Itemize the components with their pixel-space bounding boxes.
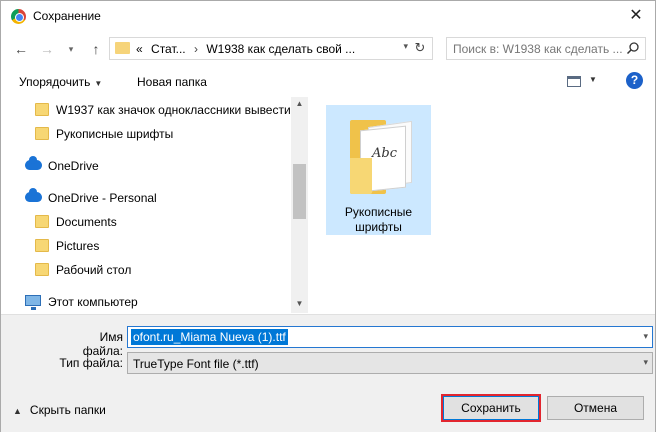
chevron-down-icon: ▾: [643, 357, 648, 367]
nav-item-label: OneDrive - Personal: [48, 191, 157, 205]
nav-item-label: Pictures: [56, 239, 100, 253]
breadcrumb-item[interactable]: W1938 как сделать свой ...: [206, 42, 355, 56]
search-icon[interactable]: [626, 41, 640, 55]
folder-icon: [115, 42, 130, 54]
hide-folders-label: Скрыть папки: [29, 403, 106, 417]
nav-scrollbar[interactable]: ▲ ▼: [291, 97, 308, 313]
folder-tile-label: Рукописные шрифты: [344, 205, 413, 234]
up-arrow-icon[interactable]: ↑: [86, 39, 106, 59]
close-button[interactable]: ✕: [621, 3, 651, 29]
folder-icon: [35, 215, 49, 228]
search-input[interactable]: Поиск в: W1938 как сделать ...: [446, 37, 646, 60]
folder-icon: [35, 263, 49, 276]
navigation-pane: W1937 как значок одноклассники вывести Р…: [1, 97, 308, 313]
toolbar: Упорядочить ▼ Новая папка ▼ ?: [1, 69, 655, 95]
hide-folders-button[interactable]: ▲ Скрыть папки: [13, 403, 106, 417]
folder-with-documents-icon: Abc: [350, 114, 412, 194]
folder-tile[interactable]: Abc Рукописные шрифты: [326, 105, 431, 235]
filename-label: Имя файла:: [82, 330, 123, 358]
chrome-icon: [11, 9, 26, 24]
back-arrow-icon[interactable]: ←: [11, 39, 31, 59]
new-folder-button[interactable]: Новая папка: [137, 75, 207, 89]
breadcrumb-overflow[interactable]: «: [136, 42, 143, 56]
folder-icon: [35, 127, 49, 140]
computer-icon: [25, 295, 41, 310]
scrollbar-thumb[interactable]: [293, 164, 306, 219]
nav-item-label: Рабочий стол: [56, 263, 132, 277]
forward-arrow-icon[interactable]: →: [37, 39, 57, 59]
chevron-down-icon[interactable]: ▾: [403, 41, 408, 52]
scroll-down-icon[interactable]: ▼: [291, 299, 308, 311]
breadcrumb: « Стат... › W1938 как сделать свой ...: [136, 42, 360, 56]
view-mode-icon[interactable]: [567, 76, 581, 87]
scroll-up-icon[interactable]: ▲: [291, 99, 308, 111]
title-bar: Сохранение ✕: [1, 1, 655, 32]
window-title: Сохранение: [33, 9, 101, 23]
search-placeholder: Поиск в: W1938 как сделать ...: [453, 42, 623, 56]
chevron-down-icon[interactable]: ▾: [643, 331, 648, 342]
nav-item-label: Этот компьютер: [48, 295, 138, 309]
cancel-button[interactable]: Отмена: [547, 396, 644, 420]
save-button[interactable]: Сохранить: [443, 396, 539, 420]
filetype-label: Тип файла:: [59, 356, 123, 370]
recent-locations-dropdown-icon[interactable]: ▾: [61, 39, 81, 59]
breadcrumb-item[interactable]: Стат...: [151, 42, 186, 56]
filename-field[interactable]: ofont.ru_Miama Nueva (1).ttf ▾: [127, 326, 653, 348]
save-dialog: Сохранение ✕ ← → ▾ ↑ « Стат... › W1938 к…: [0, 0, 656, 432]
filetype-value: TrueType Font file (*.ttf): [133, 357, 259, 371]
cloud-icon: [25, 156, 42, 170]
chevron-up-icon: ▲: [13, 406, 22, 416]
help-icon[interactable]: ?: [626, 72, 643, 89]
file-list: Abc Рукописные шрифты: [309, 97, 655, 313]
save-options-panel: Имя файла: ofont.ru_Miama Nueva (1).ttf …: [1, 314, 655, 432]
refresh-icon[interactable]: ↻: [411, 39, 429, 57]
filename-value: ofont.ru_Miama Nueva (1).ttf: [131, 329, 288, 345]
organize-button[interactable]: Упорядочить ▼: [19, 75, 102, 89]
nav-item-label: Рукописные шрифты: [56, 127, 174, 141]
filetype-select[interactable]: TrueType Font file (*.ttf) ▾: [127, 352, 653, 374]
folder-icon: [35, 239, 49, 252]
address-bar[interactable]: « Стат... › W1938 как сделать свой ... ▾…: [109, 37, 433, 60]
nav-item-label: W1937 как значок одноклассники вывести: [56, 103, 291, 117]
breadcrumb-separator: ›: [193, 42, 198, 56]
chevron-down-icon[interactable]: ▼: [589, 75, 597, 84]
cloud-icon: [25, 188, 42, 202]
organize-label: Упорядочить: [19, 75, 91, 89]
folder-icon: [35, 103, 49, 116]
chevron-down-icon: ▼: [94, 79, 103, 88]
nav-item-label: Documents: [56, 215, 117, 229]
nav-item-label: OneDrive: [48, 159, 99, 173]
